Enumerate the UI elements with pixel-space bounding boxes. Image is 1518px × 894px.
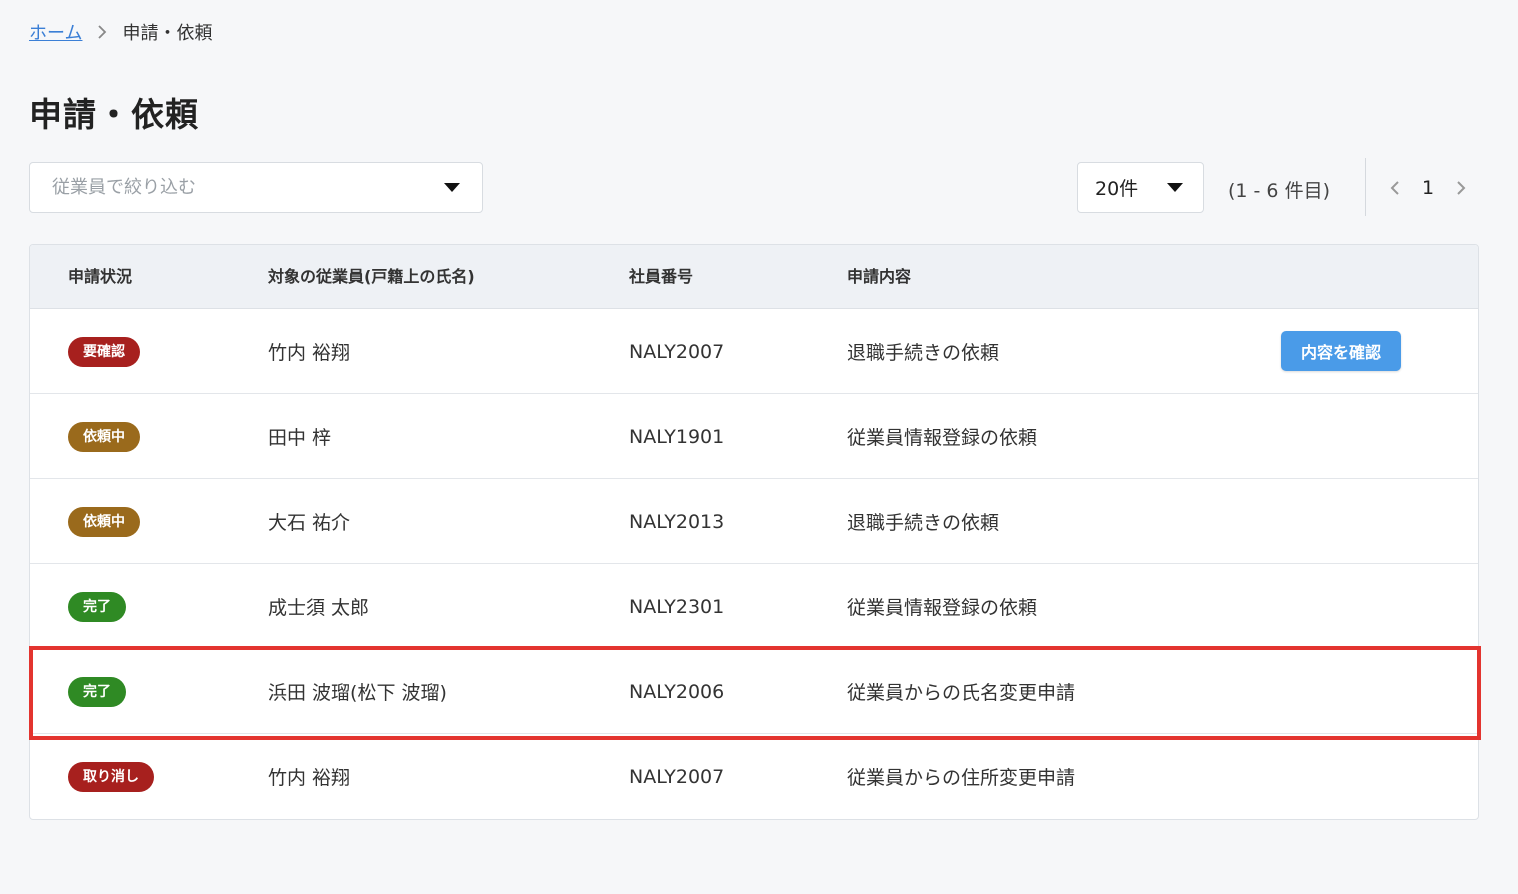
per-page-select[interactable]: 20件	[1077, 162, 1204, 213]
employee-name: 田中 梓	[268, 427, 332, 449]
employee-number: NALY1901	[629, 425, 725, 448]
header-status: 申請状況	[68, 267, 133, 286]
breadcrumb: ホーム 申請・依頼	[29, 20, 212, 44]
status-badge: 完了	[68, 676, 126, 707]
table-row[interactable]: 要確認 竹内 裕翔 NALY2007 退職手続きの依頼 内容を確認	[30, 309, 1478, 394]
employee-number: NALY2006	[629, 680, 725, 703]
employee-filter-select[interactable]	[29, 162, 483, 213]
employee-name: 浜田 波瑠(松下 波瑠)	[268, 682, 447, 704]
table-row[interactable]: 完了 浜田 波瑠(松下 波瑠) NALY2006 従業員からの氏名変更申請	[30, 649, 1478, 734]
status-badge: 依頼中	[68, 421, 140, 452]
breadcrumb-current: 申請・依頼	[122, 23, 213, 44]
caret-down-icon	[1167, 183, 1183, 192]
request-content: 従業員情報登録の依頼	[847, 597, 1038, 619]
request-content: 退職手続きの依頼	[847, 512, 1000, 534]
header-content: 申請内容	[847, 267, 912, 286]
table-row[interactable]: 依頼中 大石 祐介 NALY2013 退職手続きの依頼	[30, 479, 1478, 564]
employee-number: NALY2007	[629, 765, 725, 788]
status-badge: 完了	[68, 591, 126, 622]
employee-name: 成士須 太郎	[268, 597, 370, 619]
next-page-button[interactable]	[1450, 174, 1472, 202]
status-badge: 要確認	[68, 336, 140, 367]
table-row[interactable]: 依頼中 田中 梓 NALY1901 従業員情報登録の依頼	[30, 394, 1478, 479]
status-badge: 取り消し	[68, 761, 154, 792]
request-content: 退職手続きの依頼	[847, 342, 1000, 364]
chevron-right-icon	[1457, 181, 1466, 195]
current-page[interactable]: 1	[1406, 177, 1450, 199]
employee-number: NALY2007	[629, 340, 725, 363]
per-page-value: 20件	[1095, 178, 1139, 200]
result-range: (1 - 6 件目)	[1228, 180, 1330, 202]
request-content: 従業員情報登録の依頼	[847, 427, 1038, 449]
employee-number: NALY2013	[629, 510, 725, 533]
requests-table: 申請状況 対象の従業員(戸籍上の氏名) 社員番号 申請内容 要確認 竹内 裕翔 …	[29, 244, 1479, 820]
page-title: 申請・依頼	[29, 95, 199, 134]
employee-number: NALY2301	[629, 595, 725, 618]
request-content: 従業員からの住所変更申請	[847, 767, 1076, 789]
breadcrumb-home-link[interactable]: ホーム	[29, 19, 82, 45]
header-employee: 対象の従業員(戸籍上の氏名)	[268, 267, 475, 286]
pagination-divider	[1365, 158, 1366, 216]
chevron-left-icon	[1390, 181, 1399, 195]
prev-page-button[interactable]	[1384, 174, 1406, 202]
chevron-right-icon	[92, 22, 112, 42]
pagination: 1	[1384, 174, 1472, 202]
employee-name: 大石 祐介	[268, 512, 351, 534]
status-badge: 依頼中	[68, 506, 140, 537]
table-header: 申請状況 対象の従業員(戸籍上の氏名) 社員番号 申請内容	[30, 245, 1478, 309]
confirm-content-button[interactable]: 内容を確認	[1281, 331, 1401, 371]
table-row[interactable]: 取り消し 竹内 裕翔 NALY2007 従業員からの住所変更申請	[30, 734, 1478, 819]
employee-name: 竹内 裕翔	[268, 342, 351, 364]
employee-name: 竹内 裕翔	[268, 767, 351, 789]
page: ホーム 申請・依頼 申請・依頼 20件 (1 - 6 件目) 1 申請状況 対象…	[0, 0, 1518, 894]
header-employee-number: 社員番号	[629, 267, 694, 286]
employee-filter-input[interactable]	[52, 177, 444, 198]
caret-down-icon	[444, 183, 460, 192]
request-content: 従業員からの氏名変更申請	[847, 682, 1076, 704]
table-row[interactable]: 完了 成士須 太郎 NALY2301 従業員情報登録の依頼	[30, 564, 1478, 649]
